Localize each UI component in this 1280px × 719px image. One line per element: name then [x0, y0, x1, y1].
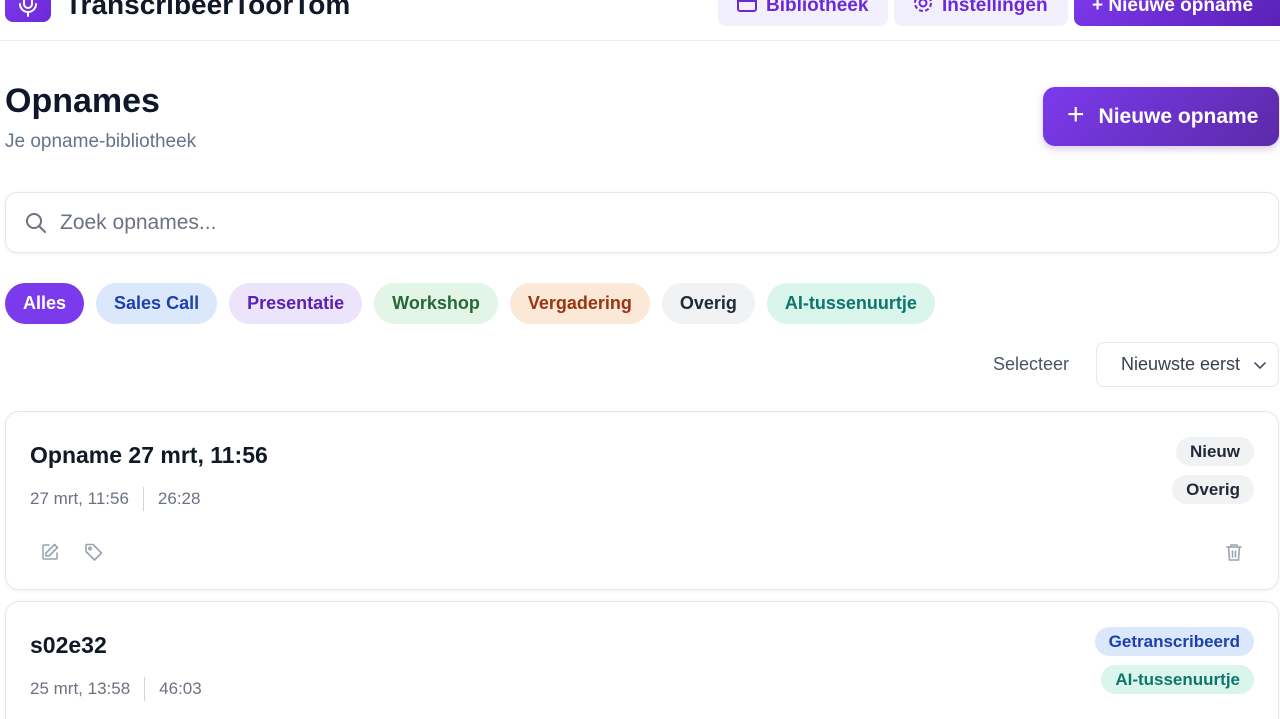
- filter-chip-overig[interactable]: Overig: [661, 283, 755, 324]
- filter-chip-alles[interactable]: Alles: [5, 283, 85, 324]
- top-navigation-bar: TranscribeerToorTom Bibliotheek Instelli…: [0, 0, 1280, 41]
- filter-chip-label: Workshop: [392, 293, 480, 313]
- meta-divider: [144, 677, 146, 701]
- filter-chip-vergadering[interactable]: Vergadering: [509, 283, 650, 324]
- filter-chip-label: Vergadering: [527, 293, 632, 313]
- recording-title: s02e32: [30, 632, 107, 658]
- filter-chip-label: Presentatie: [247, 293, 345, 313]
- edit-icon[interactable]: [39, 541, 61, 563]
- filter-chip-label: AI-tussenuurtje: [784, 293, 917, 313]
- filter-chip-label: Alles: [23, 293, 67, 313]
- category-badge: Overig: [1172, 475, 1254, 504]
- badge-label: Getranscribeerd: [1108, 631, 1240, 651]
- sort-selected-value: Nieuwste eerst: [1121, 354, 1241, 374]
- settings-nav-label: Instellingen: [942, 0, 1048, 16]
- new-recording-label: Nieuwe opname: [1098, 104, 1259, 128]
- filter-chip-presentatie[interactable]: Presentatie: [229, 283, 363, 324]
- brand[interactable]: TranscribeerToorTom: [5, 0, 350, 22]
- new-recording-nav-button[interactable]: + Nieuwe opname: [1074, 0, 1280, 26]
- app-name: TranscribeerToorTom: [65, 0, 351, 20]
- recording-date: 25 mrt, 13:58: [30, 679, 131, 698]
- recording-card[interactable]: Opname 27 mrt, 11:56 27 mrt, 11:56 26:28…: [5, 411, 1279, 590]
- library-nav-label: Bibliotheek: [766, 0, 869, 16]
- sort-label: Selecteer: [993, 354, 1070, 374]
- page-subtitle: Je opname-bibliotheek: [5, 131, 197, 152]
- status-badge: Getranscribeerd: [1094, 627, 1254, 656]
- chevron-down-icon: [1252, 357, 1268, 378]
- filter-chip-workshop[interactable]: Workshop: [374, 283, 498, 324]
- new-recording-nav-label: + Nieuwe opname: [1092, 0, 1254, 16]
- filter-chip-ai-tussenuurtje[interactable]: AI-tussenuurtje: [766, 283, 935, 324]
- archive-icon: [736, 0, 758, 19]
- settings-nav-button[interactable]: Instellingen: [894, 0, 1068, 26]
- filter-chip-label: Overig: [679, 293, 737, 313]
- recording-date: 27 mrt, 11:56: [30, 489, 129, 508]
- recording-title: Opname 27 mrt, 11:56: [30, 442, 268, 468]
- recording-card[interactable]: s02e32 25 mrt, 13:58 46:03 Getranscribee…: [5, 601, 1279, 719]
- badge-label: AI-tussenuurtje: [1115, 669, 1240, 689]
- trash-icon[interactable]: [1223, 541, 1245, 563]
- status-badge: Nieuw: [1175, 437, 1254, 466]
- filter-chip-label: Sales Call: [114, 293, 200, 313]
- search-bar: [5, 192, 1279, 253]
- filter-chip-sales-call[interactable]: Sales Call: [96, 283, 218, 324]
- microphone-icon: [5, 0, 51, 22]
- new-recording-button[interactable]: + Nieuwe opname: [1043, 87, 1279, 146]
- search-input[interactable]: [60, 209, 1160, 237]
- badge-label: Nieuw: [1189, 441, 1240, 461]
- gear-icon: [912, 0, 934, 20]
- recording-meta: 27 mrt, 11:56 26:28: [30, 487, 200, 511]
- plus-icon: +: [1067, 98, 1085, 131]
- recording-duration: 46:03: [159, 679, 202, 698]
- category-filter-chips: Alles Sales Call Presentatie Workshop Ve…: [5, 283, 935, 324]
- meta-divider: [142, 487, 144, 511]
- recording-meta: 25 mrt, 13:58 46:03: [30, 677, 202, 701]
- page-title: Opnames: [5, 82, 160, 120]
- badge-label: Overig: [1186, 479, 1240, 499]
- search-icon: [24, 211, 48, 240]
- library-nav-button[interactable]: Bibliotheek: [718, 0, 888, 26]
- tag-icon[interactable]: [83, 541, 105, 563]
- sort-select[interactable]: Nieuwste eerst: [1096, 342, 1279, 387]
- category-badge: AI-tussenuurtje: [1101, 665, 1254, 694]
- recording-duration: 26:28: [157, 489, 201, 508]
